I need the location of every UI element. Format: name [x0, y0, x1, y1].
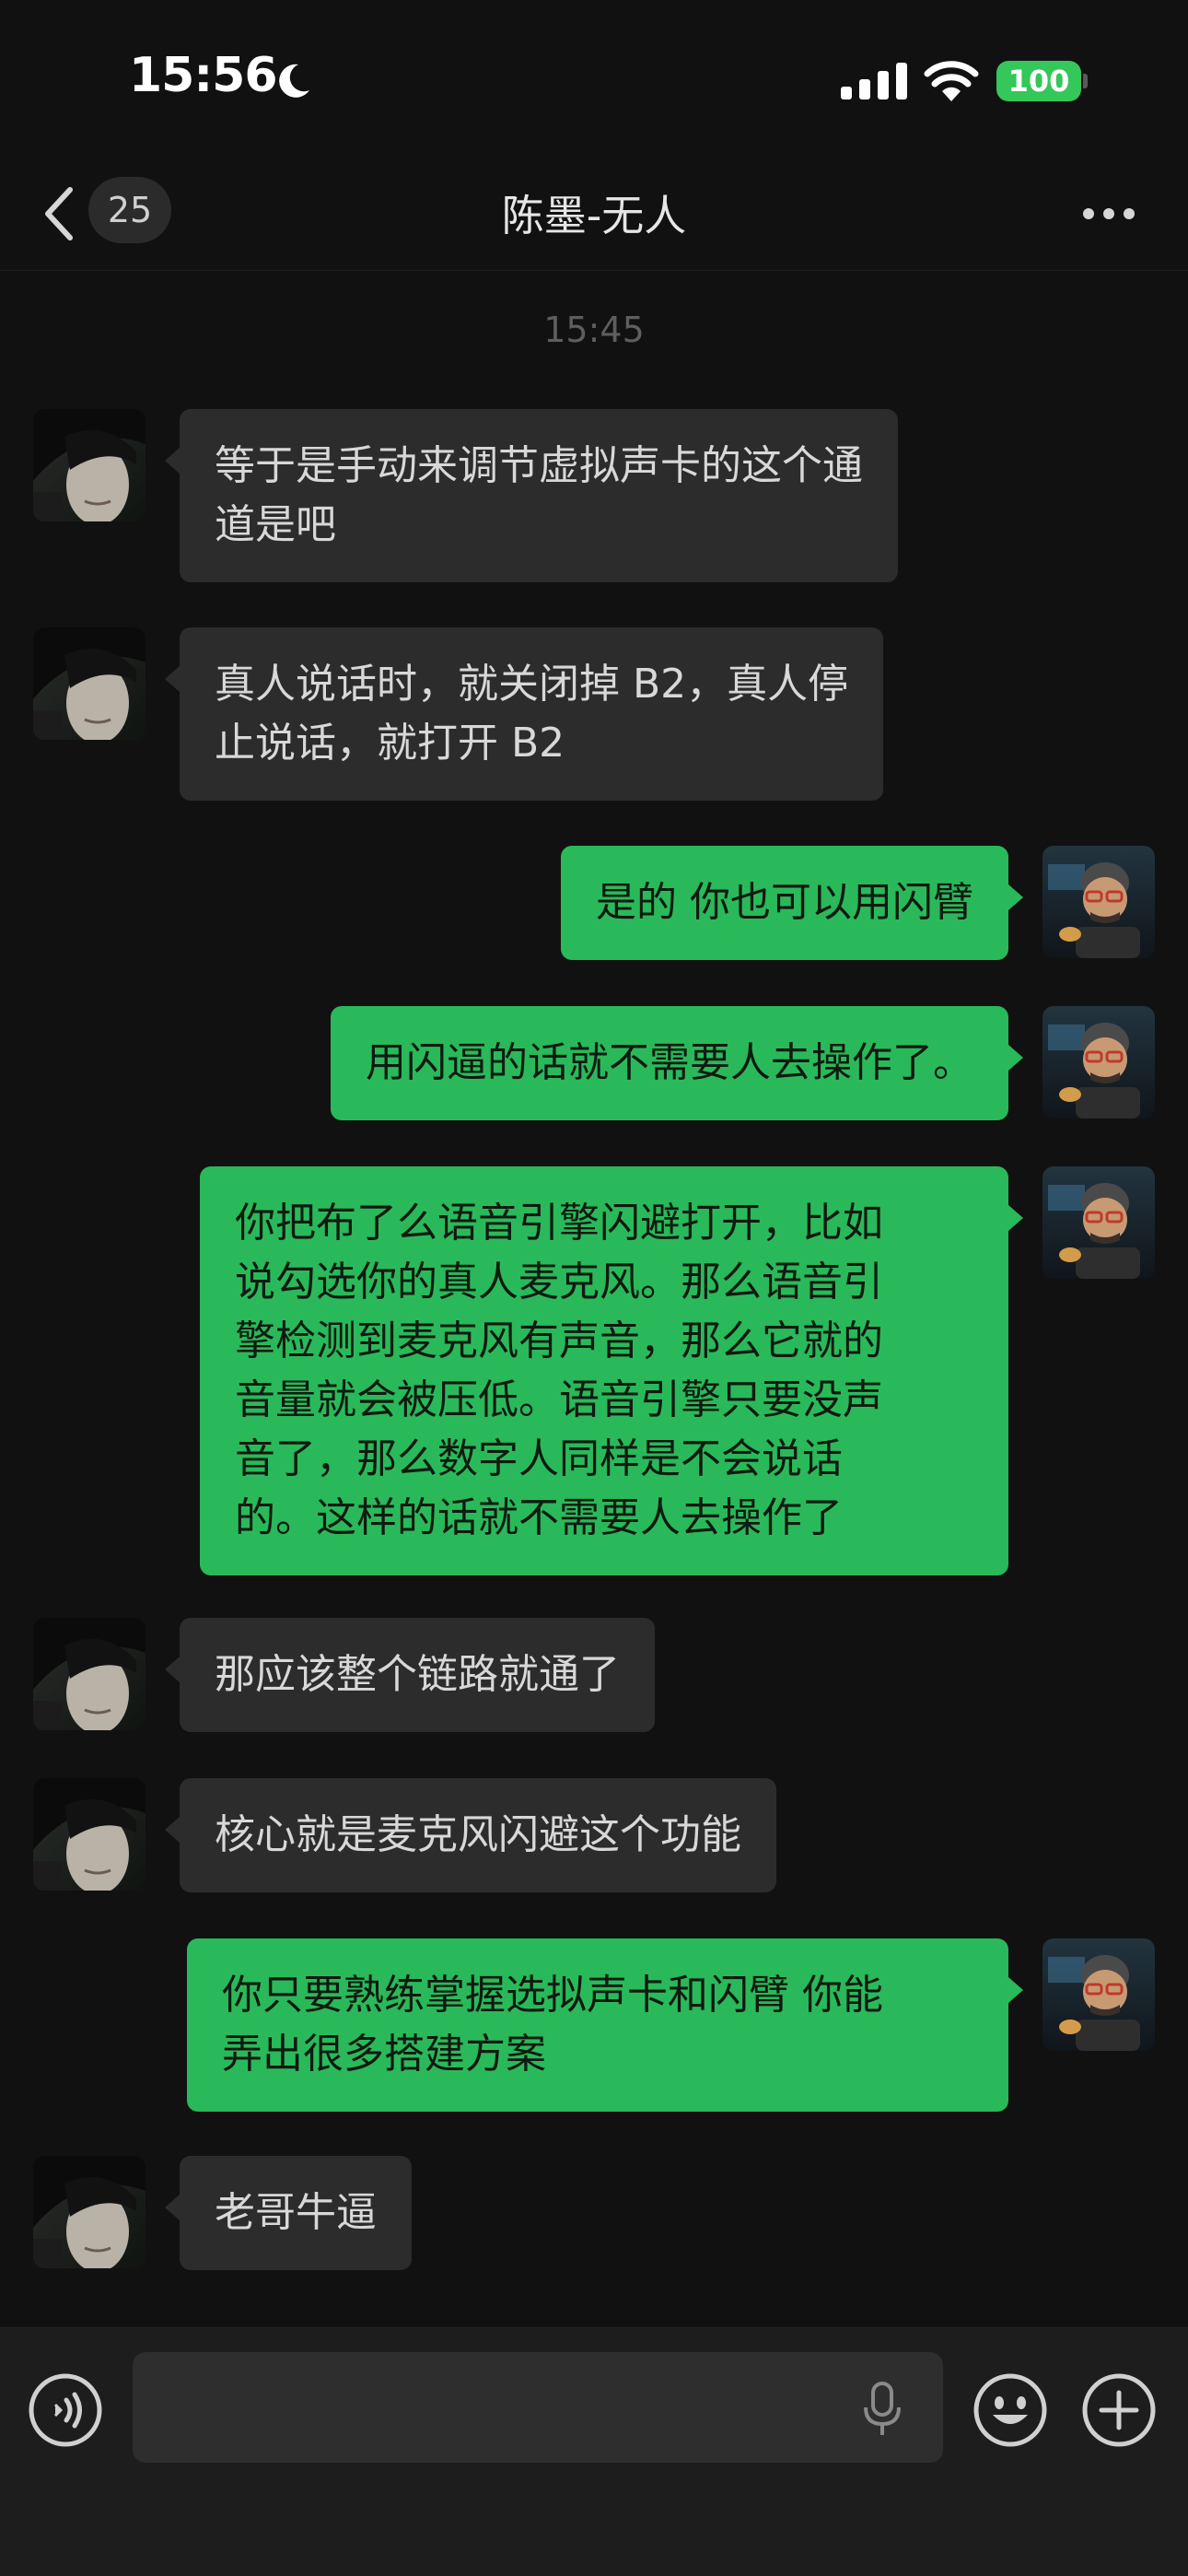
message-bubble-outgoing[interactable]: 你把布了么语音引擎闪避打开，比如 说勾选你的真人麦克风。那么语音引 擎检测到麦克… [200, 1166, 1023, 1575]
message-bubble-outgoing[interactable]: 是的 你也可以用闪臂 [561, 846, 1023, 960]
contact-avatar[interactable] [33, 1618, 146, 1730]
status-bar: 15:56 100 [0, 0, 1188, 157]
emoji-icon[interactable] [973, 2372, 1048, 2448]
status-time: 15:56 [129, 48, 278, 103]
chat-header: 25 陈墨-无人 [0, 157, 1188, 271]
message-timestamp: 15:45 [543, 310, 645, 350]
input-bar [0, 2327, 1188, 2576]
battery-indicator: 100 [996, 61, 1081, 101]
contact-avatar[interactable] [33, 409, 146, 521]
more-dots-icon[interactable] [1081, 205, 1136, 223]
contact-avatar[interactable] [33, 2156, 146, 2268]
my-avatar[interactable] [1042, 1006, 1155, 1118]
contact-avatar[interactable] [33, 627, 146, 740]
message-bubble-incoming[interactable]: 真人说话时，就关闭掉 B2，真人停 止说话，就打开 B2 [164, 627, 884, 801]
my-avatar[interactable] [1042, 846, 1155, 958]
voice-mode-icon[interactable] [28, 2372, 103, 2448]
moon-icon [279, 64, 309, 98]
battery-tip [1083, 74, 1088, 88]
signal-icon [841, 63, 907, 100]
wifi-icon [924, 61, 979, 101]
my-avatar[interactable] [1042, 1938, 1155, 2051]
microphone-icon[interactable] [858, 2382, 906, 2437]
my-avatar[interactable] [1042, 1166, 1155, 1279]
message-bubble-incoming[interactable]: 核心就是麦克风闪避这个功能 [165, 1778, 776, 1892]
chat-title: 陈墨-无人 [501, 191, 687, 240]
message-bubble-incoming[interactable]: 老哥牛逼 [165, 2156, 412, 2270]
message-bubble-incoming[interactable]: 等于是手动来调节虚拟声卡的这个通 道是吧 [165, 409, 898, 582]
contact-avatar[interactable] [33, 1778, 146, 1891]
message-bubble-outgoing[interactable]: 你只要熟练掌握选拟声卡和闪臂 你能 弄出很多搭建方案 [187, 1938, 1023, 2112]
plus-icon[interactable] [1081, 2372, 1157, 2448]
message-bubble-incoming[interactable]: 那应该整个链路就通了 [165, 1618, 655, 1732]
message-input[interactable] [133, 2352, 943, 2463]
message-bubble-outgoing[interactable]: 用闪逼的话就不需要人去操作了。 [331, 1006, 1023, 1120]
